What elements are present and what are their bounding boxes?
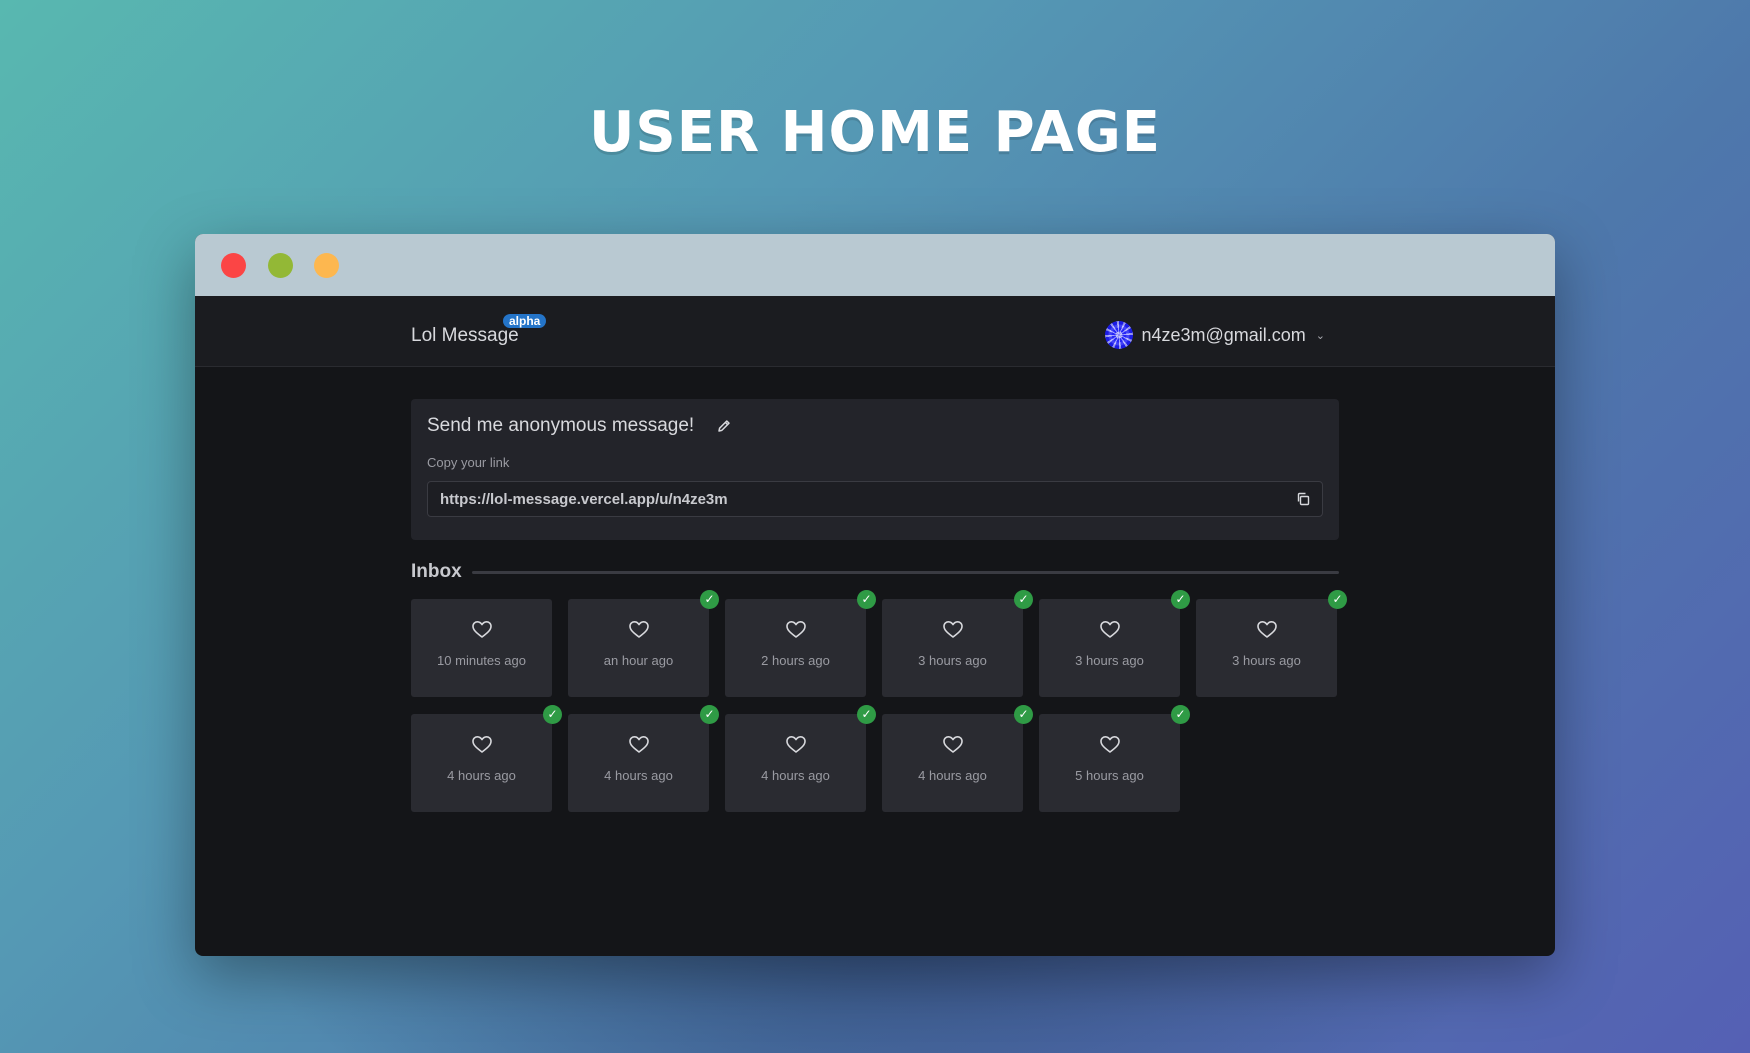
brand-link[interactable]: Lol Message [411,325,519,347]
message-card[interactable]: 3 hours ago ✓ [1196,590,1347,697]
heart-icon [1099,621,1120,638]
message-grid: 10 minutes ago an hour ago ✓ 2 hours ago ✓ 3 … [411,590,1347,812]
card-title: Send me anonymous message! [427,415,695,436]
check-icon: ✓ [543,705,562,724]
chevron-down-icon: ⌄ [1315,329,1325,342]
window-titlebar [195,234,1555,296]
heart-icon [1256,621,1277,638]
app-navbar: Lol Message alpha n4ze3m@gmail.com ⌄ [195,296,1555,367]
message-time: 2 hours ago [761,653,830,668]
message-card[interactable]: 4 hours ago ✓ [725,705,876,812]
message-card[interactable]: 2 hours ago ✓ [725,590,876,697]
message-card[interactable]: 4 hours ago ✓ [411,705,562,812]
maximize-dot[interactable] [314,253,339,278]
message-card[interactable]: 4 hours ago ✓ [568,705,719,812]
heart-icon [942,621,963,638]
share-link-text: https://lol-message.vercel.app/u/n4ze3m [440,490,728,508]
check-icon: ✓ [700,705,719,724]
user-menu[interactable]: n4ze3m@gmail.com ⌄ [1105,321,1325,349]
message-time: 4 hours ago [761,768,830,783]
share-link-field[interactable]: https://lol-message.vercel.app/u/n4ze3m [427,481,1323,517]
card-title-row: Send me anonymous message! [427,415,1323,437]
copy-icon[interactable] [1296,492,1310,506]
message-time: 4 hours ago [447,768,516,783]
message-card[interactable]: 3 hours ago ✓ [1039,590,1190,697]
message-time: 5 hours ago [1075,768,1144,783]
heart-icon [471,736,492,753]
message-time: 4 hours ago [918,768,987,783]
message-time: 4 hours ago [604,768,673,783]
message-card[interactable]: 3 hours ago ✓ [882,590,1033,697]
user-email: n4ze3m@gmail.com [1141,324,1306,345]
browser-window: Lol Message alpha n4ze3m@gmail.com ⌄ Sen… [195,234,1555,956]
inbox-divider [471,570,1339,574]
check-icon: ✓ [1328,590,1347,609]
copy-link-label: Copy your link [427,455,510,470]
message-card[interactable]: 4 hours ago ✓ [882,705,1033,812]
message-card[interactable]: an hour ago ✓ [568,590,719,697]
message-time: 10 minutes ago [437,653,526,668]
heart-icon [942,736,963,753]
avatar [1105,321,1134,349]
share-link-card: Send me anonymous message! Copy your lin… [411,399,1339,540]
alpha-badge: alpha [503,314,547,328]
heart-icon [785,736,806,753]
heart-icon [1099,736,1120,753]
heart-icon [628,736,649,753]
minimize-dot[interactable] [268,253,293,278]
check-icon: ✓ [1014,705,1033,724]
message-card[interactable]: 10 minutes ago [411,599,552,697]
pencil-icon[interactable] [716,418,732,434]
check-icon: ✓ [1014,590,1033,609]
check-icon: ✓ [857,705,876,724]
inbox-title: Inbox [411,561,462,582]
check-icon: ✓ [857,590,876,609]
check-icon: ✓ [1171,590,1190,609]
main-content: Send me anonymous message! Copy your lin… [411,399,1347,812]
message-time: an hour ago [603,653,674,668]
message-time: 3 hours ago [918,653,987,668]
check-icon: ✓ [1171,705,1190,724]
heart-icon [628,621,649,638]
close-dot[interactable] [221,253,246,278]
message-time: 3 hours ago [1075,653,1144,668]
hero-title: User Home Page [588,100,1162,165]
message-card[interactable]: 5 hours ago ✓ [1039,705,1190,812]
check-icon: ✓ [700,590,719,609]
message-time: 3 hours ago [1232,653,1301,668]
heart-icon [471,621,492,638]
inbox-header: Inbox [411,561,1339,582]
heart-icon [785,621,806,638]
